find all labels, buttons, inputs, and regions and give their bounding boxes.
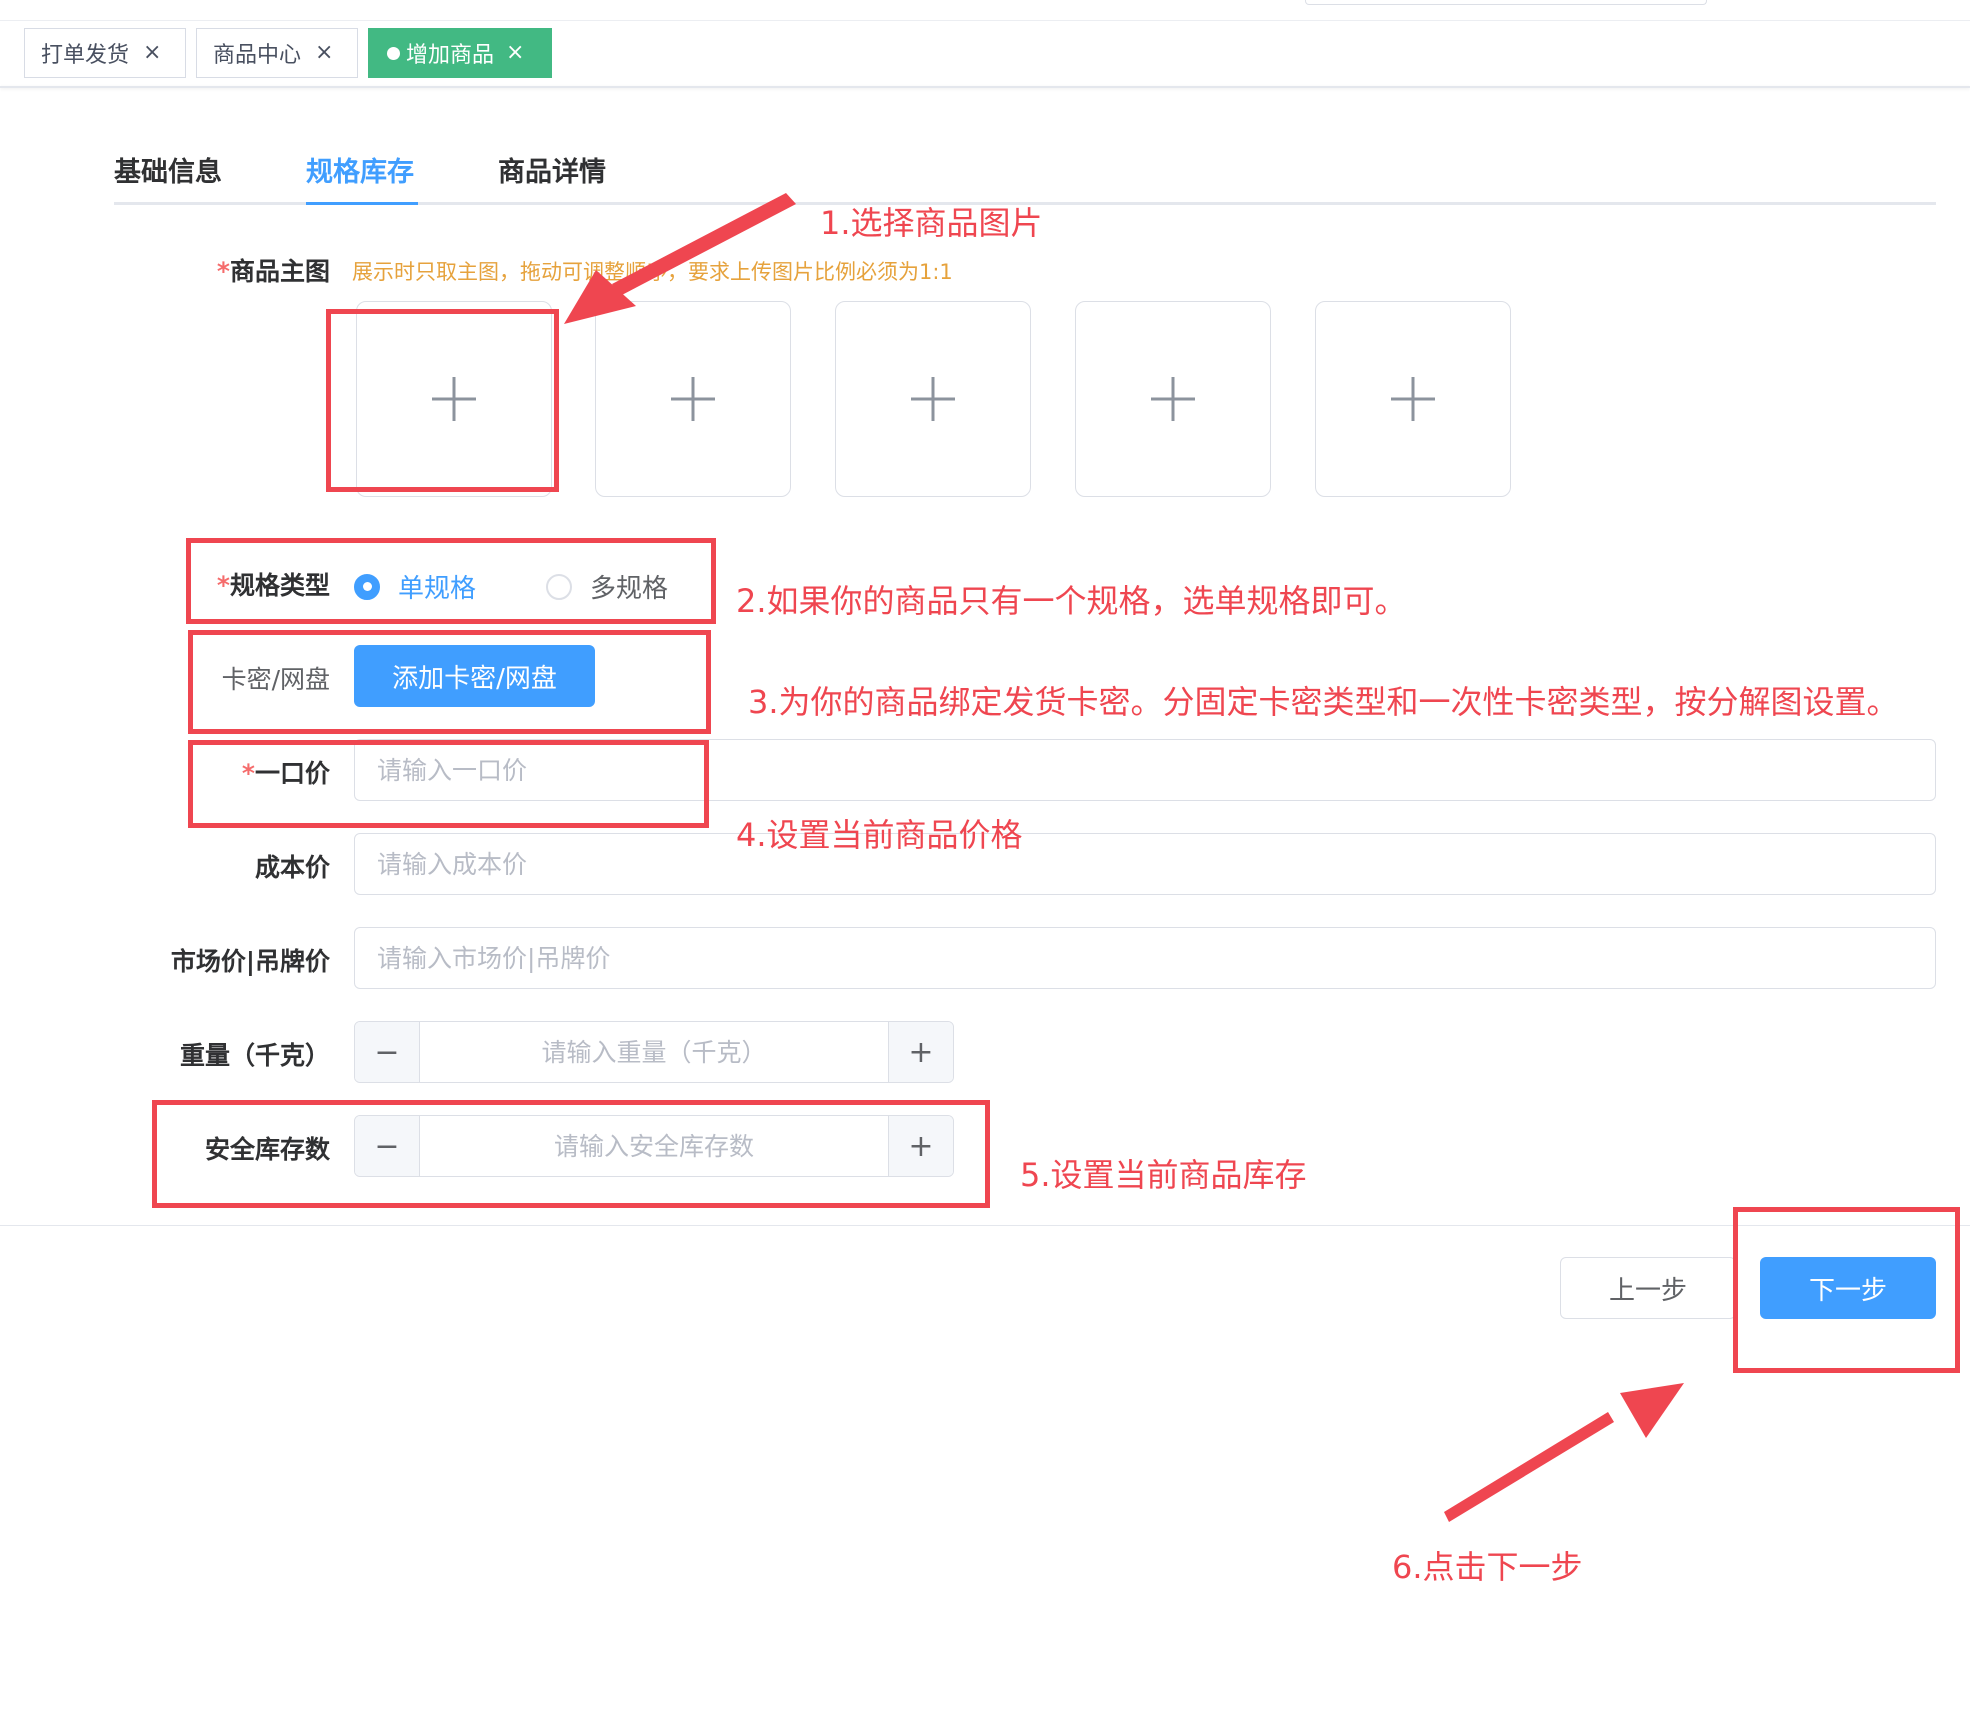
tab-basic-info[interactable]: 基础信息 [114, 150, 222, 189]
plus-icon [1151, 377, 1195, 421]
annotation-box-card [188, 630, 711, 734]
annotation-box-next [1733, 1207, 1960, 1373]
tab-spec-stock[interactable]: 规格库存 [306, 150, 414, 189]
active-tab-indicator [306, 202, 418, 205]
header-divider [0, 20, 1970, 21]
annotation-box-price [188, 740, 709, 828]
main-image-label: *商品主图 [216, 257, 330, 286]
annotation-6: 6.点击下一步 [1392, 1548, 1583, 1586]
required-mark: * [216, 257, 230, 286]
annotation-box-spec-type [186, 538, 716, 624]
tag-product-center[interactable]: 商品中心 × [196, 28, 358, 78]
tag-print-ship[interactable]: 打单发货 × [24, 28, 186, 78]
annotation-4: 4.设置当前商品价格 [736, 816, 1023, 854]
weight-label: 重量（千克） [179, 1041, 330, 1070]
tag-label: 打单发货 [41, 43, 130, 68]
plus-icon [911, 377, 955, 421]
plus-icon [1391, 377, 1435, 421]
arrow-head-6 [1620, 1383, 1684, 1438]
active-dot-icon [387, 46, 400, 60]
weight-stepper[interactable]: − + [354, 1021, 954, 1083]
decrease-button[interactable]: − [355, 1022, 420, 1082]
image-upload-slot-5[interactable] [1315, 301, 1511, 497]
arrow-shaft-6 [1444, 1412, 1614, 1522]
prev-step-button[interactable]: 上一步 [1560, 1257, 1736, 1319]
close-icon[interactable]: × [143, 42, 161, 64]
image-upload-slot-2[interactable] [595, 301, 791, 497]
image-upload-slot-4[interactable] [1075, 301, 1271, 497]
tab-product-detail[interactable]: 商品详情 [498, 150, 606, 189]
annotation-box-stock [152, 1100, 990, 1208]
footer-divider [0, 1225, 1970, 1226]
tag-label: 增加商品 [406, 43, 495, 68]
image-upload-slot-3[interactable] [835, 301, 1031, 497]
increase-button[interactable]: + [888, 1022, 953, 1082]
market-price-label: 市场价|吊牌价 [170, 947, 330, 976]
cost-input[interactable] [354, 833, 1936, 895]
plus-icon [671, 377, 715, 421]
close-icon[interactable]: × [315, 42, 333, 64]
tag-label: 商品中心 [213, 43, 302, 68]
search-box-edge[interactable] [1305, 0, 1707, 5]
tags-divider [0, 86, 1970, 88]
tag-add-product[interactable]: 增加商品 × [368, 28, 552, 78]
market-price-input[interactable] [354, 927, 1936, 989]
annotation-3: 3.为你的商品绑定发货卡密。分固定卡密类型和一次性卡密类型，按分解图设置。 [748, 683, 1899, 721]
close-icon[interactable]: × [506, 42, 524, 64]
annotation-box-main-image [326, 309, 559, 492]
annotation-5: 5.设置当前商品库存 [1020, 1156, 1307, 1194]
weight-input[interactable] [420, 1022, 888, 1082]
annotation-1: 1.选择商品图片 [820, 204, 1043, 242]
main-image-hint: 展示时只取主图，拖动可调整顺序，要求上传图片比例必须为1:1 [352, 260, 953, 284]
cost-label: 成本价 [254, 853, 330, 882]
annotation-2: 2.如果你的商品只有一个规格，选单规格即可。 [736, 582, 1407, 620]
